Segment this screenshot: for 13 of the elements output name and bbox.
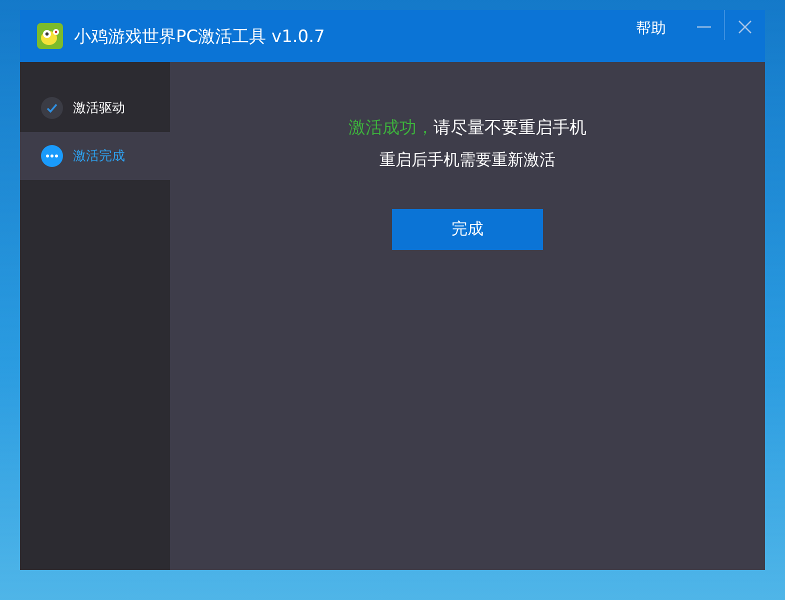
window-title: 小鸡游戏世界PC激活工具 v1.0.7 xyxy=(74,26,325,48)
minimize-icon xyxy=(696,26,712,28)
help-button[interactable]: 帮助 xyxy=(630,19,672,38)
check-icon xyxy=(41,97,63,119)
sidebar-item[interactable]: 激活完成 xyxy=(20,132,170,180)
dots-icon xyxy=(41,145,63,167)
sidebar-item[interactable]: 激活驱动 xyxy=(20,84,170,132)
note-text: 重启后手机需要重新激活 xyxy=(380,150,556,171)
finish-button[interactable]: 完成 xyxy=(392,209,543,250)
close-icon xyxy=(737,19,753,35)
success-status-text: 激活成功， xyxy=(348,118,434,138)
message-text: 请尽量不要重启手机 xyxy=(434,118,586,138)
app-logo-icon xyxy=(37,23,63,49)
